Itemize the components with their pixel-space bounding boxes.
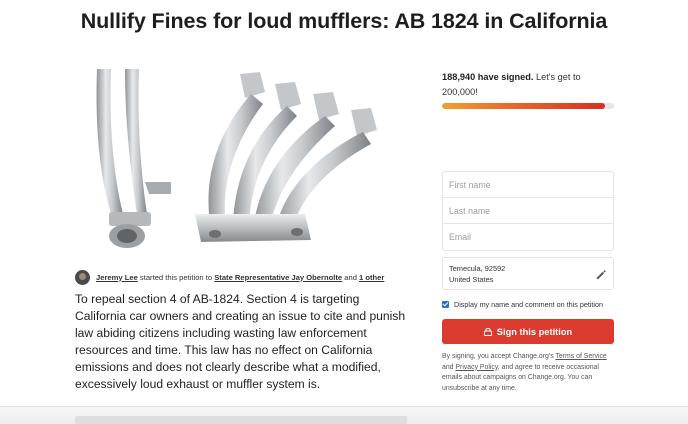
petition-description: To repeal section 4 of AB-1824. Section … [75, 292, 406, 392]
lock-icon [483, 327, 492, 336]
petition-author-line: Jeremy Lee started this petition to Stat… [75, 268, 415, 286]
sign-button-label: Sign this petition [496, 326, 573, 337]
privacy-link[interactable]: Privacy Policy [455, 364, 497, 371]
last-name-input[interactable] [449, 205, 613, 216]
sign-petition-button[interactable]: Sign this petition [442, 319, 614, 344]
avatar[interactable] [75, 269, 90, 285]
progress-fill [442, 103, 605, 109]
other-targets-link[interactable]: 1 other [359, 273, 384, 282]
display-name-checkbox-row[interactable]: Display my name and comment on this peti… [442, 298, 622, 310]
pencil-icon[interactable] [593, 267, 607, 281]
legal-and: and [442, 363, 454, 371]
last-name-field-wrap [443, 198, 613, 224]
bottom-content-card [75, 416, 407, 424]
signed-count: 188,940 have signed. [442, 72, 534, 82]
location-box[interactable]: Temecula, 92592 United States [442, 257, 614, 290]
author-name-link[interactable]: Jeremy Lee [96, 273, 138, 282]
signature-count: 188,940 have signed. Let's get to 200,00… [442, 70, 614, 100]
location-city: Temecula, 92592 [449, 264, 506, 273]
legal-prefix: By signing, you accept Change.org's [442, 353, 554, 360]
first-name-input[interactable] [449, 179, 613, 190]
first-name-field-wrap [443, 172, 613, 198]
legal-notice: By signing, you accept Change.org's Term… [442, 352, 618, 394]
petition-image [75, 64, 405, 262]
started-text: started this petition to [139, 272, 213, 282]
email-input[interactable] [449, 232, 613, 242]
and-text: and [344, 272, 357, 282]
target-link[interactable]: State Representative Jay Obernolte [214, 273, 342, 282]
petition-title: Nullify Fines for loud mufflers: AB 1824… [80, 9, 608, 33]
checkbox-check-icon[interactable] [442, 300, 449, 308]
sign-form [442, 171, 614, 251]
display-name-label: Display my name and comment on this peti… [454, 299, 604, 309]
terms-link[interactable]: Terms of Service [555, 353, 606, 360]
progress-bar [442, 103, 614, 109]
location-country: United States [449, 275, 494, 284]
email-field-wrap [443, 224, 613, 250]
